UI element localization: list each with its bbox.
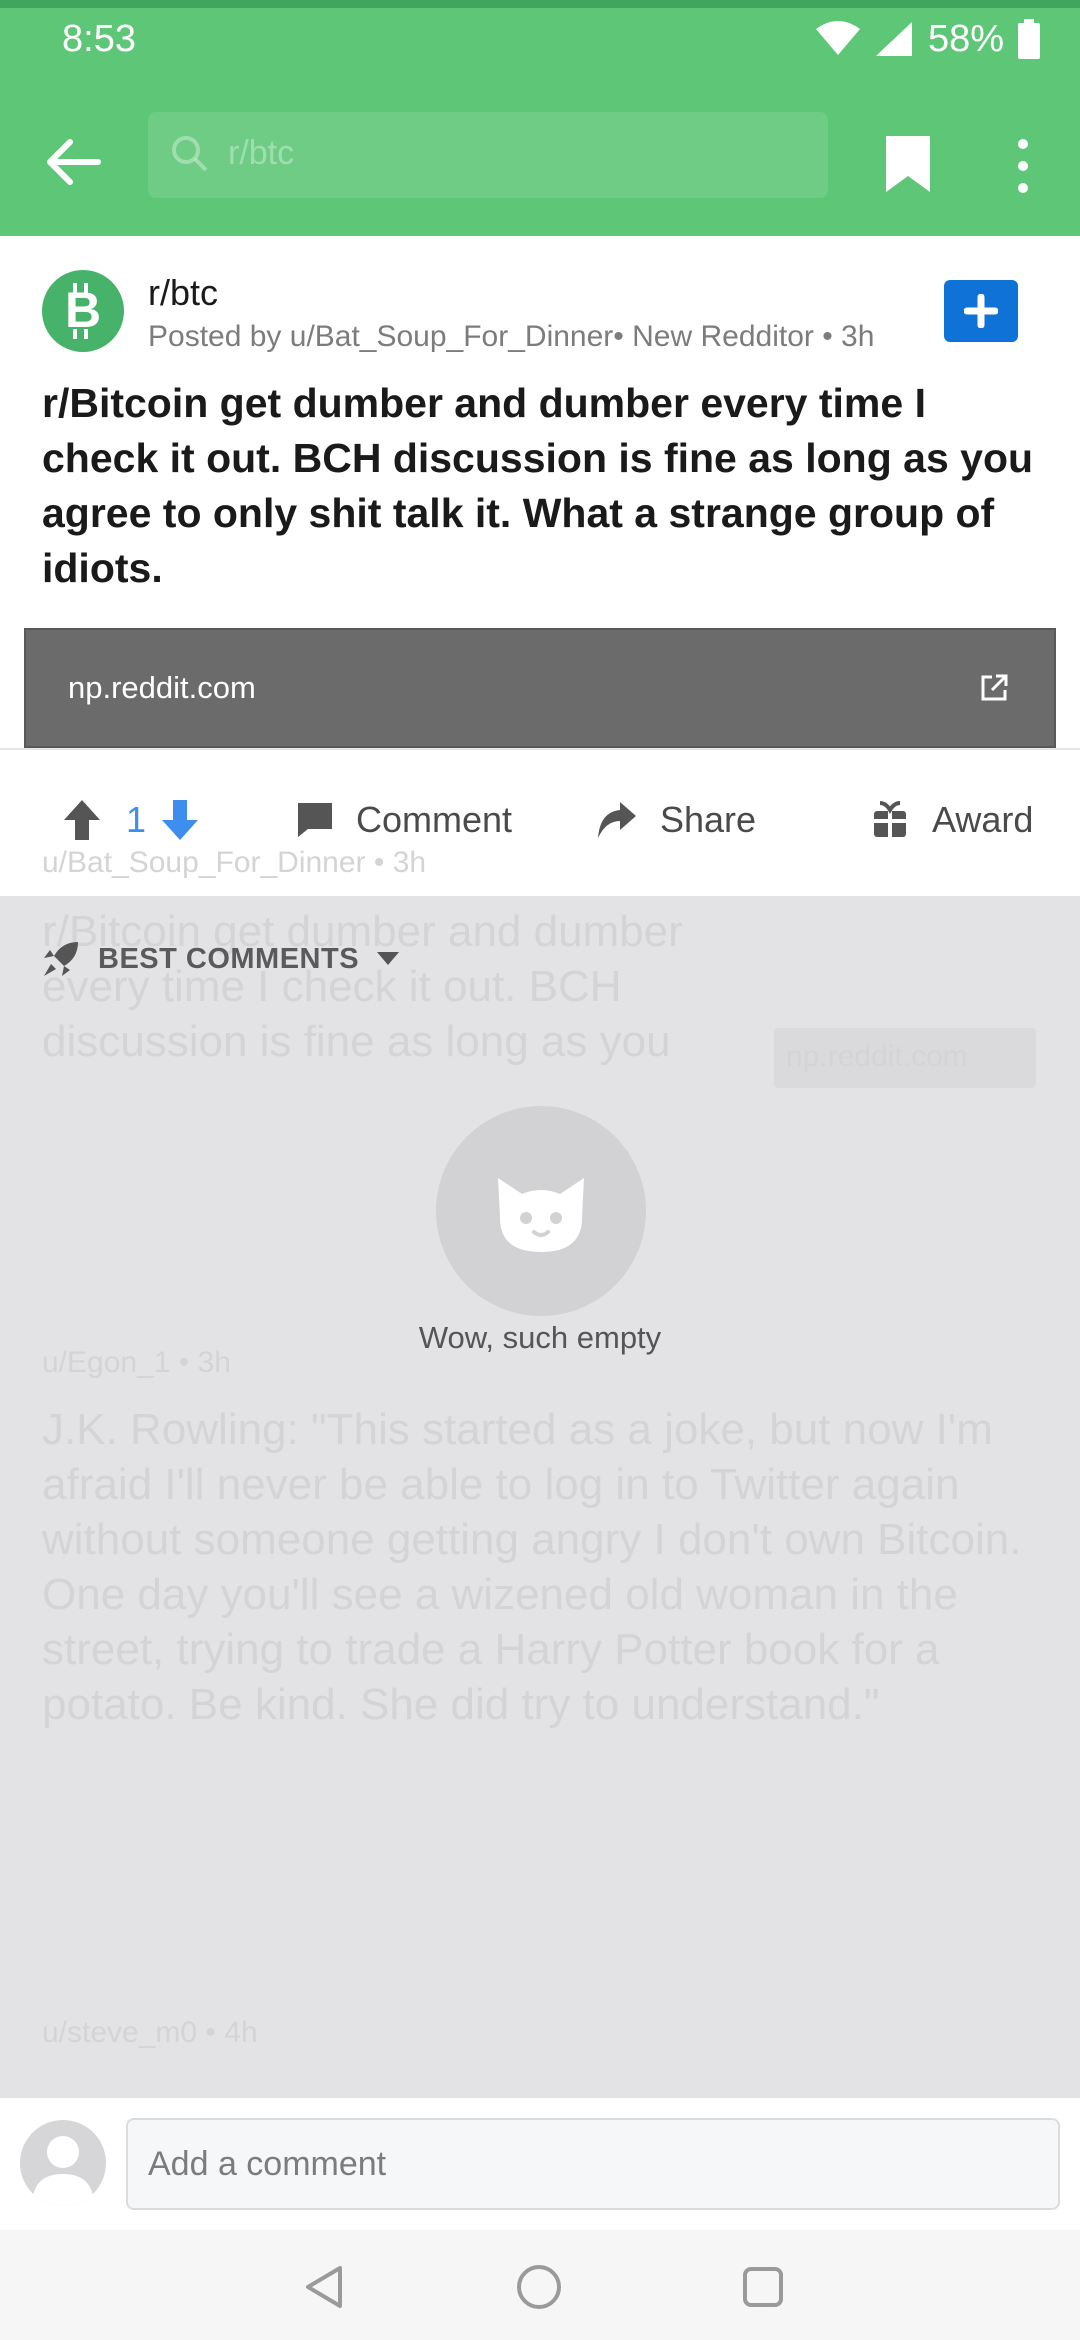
- comment-button[interactable]: Comment: [296, 794, 512, 846]
- caret-down-icon: [377, 952, 400, 965]
- rocket-icon: [44, 942, 78, 976]
- downvote-arrow-icon[interactable]: [160, 798, 200, 842]
- ghost-feed-title-2: J.K. Rowling: "This started as a joke, b…: [42, 1405, 1022, 1729]
- app-header: 8:53 58% r/btc: [0, 0, 1080, 236]
- snoo-cat-icon: [498, 1178, 584, 1252]
- vote-count: 1: [126, 799, 147, 840]
- status-time: 8:53: [62, 18, 136, 60]
- battery-icon: [1018, 19, 1040, 59]
- user-avatar[interactable]: [20, 2120, 106, 2206]
- link-preview-bar[interactable]: np.reddit.com: [24, 628, 1056, 748]
- post-title[interactable]: r/Bitcoin get dumber and dumber every ti…: [42, 376, 1042, 596]
- nav-home-button[interactable]: [494, 2242, 584, 2332]
- comment-bubble-icon: [298, 803, 332, 837]
- external-link-icon: [981, 674, 1008, 701]
- share-arrow-icon: [598, 802, 636, 838]
- battery-percent: 58%: [927, 17, 1004, 60]
- comments-area: u/Bat_Soup_For_Dinner • 3h r/Bitcoin get…: [0, 846, 1080, 2096]
- upvote-arrow-icon[interactable]: [62, 798, 102, 842]
- bookmark-icon[interactable]: [884, 134, 932, 194]
- bitcoin-cash-icon: B: [65, 283, 101, 339]
- subreddit-search-bar[interactable]: r/btc: [148, 112, 828, 198]
- divider: [0, 748, 1080, 750]
- award-label: Award: [932, 799, 1034, 840]
- status-icons: 58%: [815, 14, 1040, 64]
- nav-back-icon: [306, 2266, 342, 2308]
- more-vert-icon[interactable]: [1008, 136, 1038, 196]
- empty-state-text: Wow, such empty: [418, 1320, 662, 1355]
- empty-state-illustration: [436, 1106, 646, 1316]
- add-comment-input[interactable]: [126, 2118, 1060, 2210]
- share-label: Share: [660, 799, 757, 840]
- system-nav-bar: [0, 2230, 1080, 2340]
- nav-home-icon: [517, 2265, 561, 2309]
- award-button[interactable]: Award: [872, 794, 1033, 846]
- nav-recents-button[interactable]: [718, 2242, 808, 2332]
- sort-comments-dropdown[interactable]: BEST COMMENTS: [42, 940, 400, 978]
- search-placeholder: r/btc: [228, 134, 295, 172]
- ghost-feed-title: r/Bitcoin get dumber and dumber every ti…: [42, 907, 683, 1076]
- svg-text:B: B: [65, 283, 101, 338]
- back-arrow-icon[interactable]: [42, 130, 106, 194]
- ghost-feed-user-3: u/steve_m0 • 4h: [42, 2016, 258, 2049]
- wifi-icon: [815, 21, 860, 55]
- ghost-feed-user: u/Bat_Soup_For_Dinner • 3h: [42, 846, 427, 879]
- vote-controls: 1: [62, 794, 200, 846]
- gift-icon: [874, 801, 906, 837]
- join-subreddit-button[interactable]: [944, 280, 1018, 342]
- comment-composer: [0, 2096, 1080, 2230]
- nav-recents-icon: [743, 2267, 783, 2307]
- default-avatar-icon: [32, 2136, 94, 2206]
- post-card: B r/btc Posted by u/Bat_Soup_For_Dinner•…: [0, 236, 1080, 896]
- search-icon: [172, 136, 208, 172]
- post-author-line[interactable]: Posted by u/Bat_Soup_For_Dinner• New Red…: [148, 320, 874, 354]
- plus-icon: [964, 294, 998, 328]
- subreddit-name[interactable]: r/btc: [148, 272, 218, 314]
- sort-label: BEST COMMENTS: [98, 942, 360, 975]
- nav-back-button[interactable]: [280, 2242, 370, 2332]
- signal-icon: [875, 22, 912, 56]
- status-accent-line: [0, 0, 1080, 8]
- subreddit-avatar[interactable]: B: [42, 270, 124, 352]
- link-domain: np.reddit.com: [68, 670, 256, 705]
- comment-label: Comment: [356, 799, 513, 840]
- ghost-feed-domain: np.reddit.com: [774, 1028, 1036, 1088]
- share-button[interactable]: Share: [596, 794, 756, 846]
